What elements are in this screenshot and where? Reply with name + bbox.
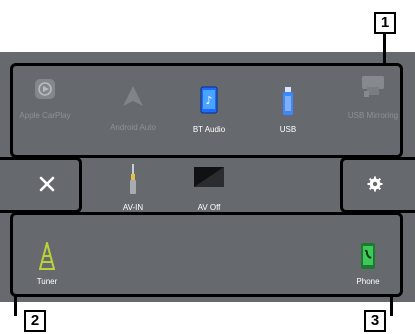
- bt-audio-label: BT Audio: [192, 125, 226, 134]
- av-off-icon: [193, 165, 225, 194]
- usb-mirroring-label: USB Mirroring: [347, 111, 399, 120]
- apple-carplay-tile[interactable]: Apple CarPlay: [0, 68, 90, 138]
- svg-text:♪: ♪: [205, 94, 212, 107]
- tuner-tile[interactable]: Tuner: [2, 220, 92, 290]
- usb-tile[interactable]: USB: [243, 68, 333, 138]
- av-off-tile[interactable]: AV Off: [164, 148, 254, 218]
- carplay-icon: [34, 78, 56, 105]
- phone-icon: [360, 242, 376, 275]
- tuner-label: Tuner: [36, 277, 58, 286]
- bt-audio-icon: ♪: [200, 86, 218, 119]
- leader-line-1: [383, 34, 386, 65]
- settings-button[interactable]: [360, 170, 390, 200]
- av-off-label: AV Off: [197, 203, 221, 212]
- callout-1: 1: [374, 12, 396, 34]
- android-auto-icon: [121, 84, 145, 113]
- usb-mirroring-tile[interactable]: USB Mirroring: [328, 68, 415, 138]
- usb-mirroring-icon: [359, 74, 387, 103]
- av-in-icon: [129, 164, 137, 201]
- leader-line-3: [390, 296, 393, 316]
- usb-icon: [282, 86, 294, 121]
- close-button[interactable]: [32, 170, 62, 200]
- callout-2: 2: [24, 310, 46, 332]
- tuner-icon: [38, 239, 56, 275]
- phone-tile[interactable]: Phone: [323, 220, 413, 290]
- callout-3: 3: [364, 310, 386, 332]
- bt-audio-tile[interactable]: ♪ BT Audio: [164, 68, 254, 138]
- leader-line-2: [14, 296, 17, 316]
- usb-label: USB: [279, 125, 297, 134]
- close-icon: [39, 176, 55, 192]
- gear-icon: [367, 176, 383, 192]
- apple-carplay-label: Apple CarPlay: [19, 111, 71, 120]
- phone-label: Phone: [356, 277, 380, 286]
